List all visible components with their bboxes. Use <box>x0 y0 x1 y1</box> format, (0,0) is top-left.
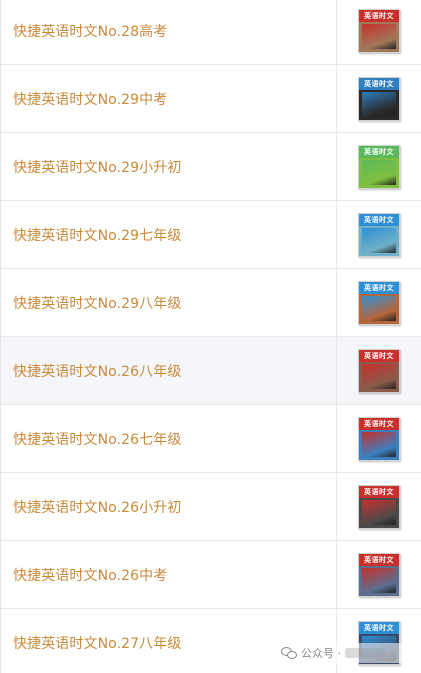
magazine-cover-thumbnail[interactable]: 英语时文 <box>358 280 400 325</box>
item-title-link[interactable]: 快捷英语时文No.29小升初 <box>13 157 181 177</box>
thumbnail-cell: 英语时文 <box>337 609 421 673</box>
magazine-cover-thumbnail[interactable]: 英语时文 <box>358 76 400 121</box>
title-cell: 快捷英语时文No.29中考 <box>1 65 337 132</box>
title-cell: 快捷英语时文No.26七年级 <box>1 405 337 472</box>
cover-art <box>362 431 396 457</box>
item-title-link[interactable]: 快捷英语时文No.29中考 <box>13 89 167 109</box>
list-item[interactable]: 快捷英语时文No.26七年级 英语时文 <box>1 405 421 473</box>
watermark-account-name-blurred <box>345 648 385 658</box>
item-title-link[interactable]: 快捷英语时文No.29七年级 <box>13 225 181 245</box>
list-item[interactable]: 快捷英语时文No.29八年级 英语时文 <box>1 269 421 337</box>
title-cell: 快捷英语时文No.26中考 <box>1 541 337 608</box>
item-title-link[interactable]: 快捷英语时文No.29八年级 <box>13 293 181 313</box>
title-cell: 快捷英语时文No.26八年级 <box>1 337 337 404</box>
list-item[interactable]: 快捷英语时文No.26小升初 英语时文 <box>1 473 421 541</box>
thumbnail-cell: 英语时文 <box>337 405 421 472</box>
watermark: 公众号 · <box>281 643 421 663</box>
cover-art <box>362 23 396 49</box>
title-cell: 快捷英语时文No.29七年级 <box>1 201 337 268</box>
magazine-cover-thumbnail[interactable]: 英语时文 <box>358 144 400 189</box>
cover-art <box>362 567 396 593</box>
magazine-cover-thumbnail[interactable]: 英语时文 <box>358 348 400 393</box>
wechat-icon <box>281 647 297 659</box>
magazine-cover-thumbnail[interactable]: 英语时文 <box>358 212 400 257</box>
list-item[interactable]: 快捷英语时文No.29中考 英语时文 <box>1 65 421 133</box>
list-item[interactable]: 快捷英语时文No.26中考 英语时文 <box>1 541 421 609</box>
item-title-link[interactable]: 快捷英语时文No.26中考 <box>13 565 167 585</box>
cover-masthead: 英语时文 <box>359 417 399 430</box>
cover-art <box>362 295 396 321</box>
thumbnail-cell: 英语时文 <box>337 133 421 200</box>
list-item[interactable]: 快捷英语时文No.26八年级 英语时文 <box>1 337 421 405</box>
cover-masthead: 英语时文 <box>359 213 399 226</box>
cover-masthead: 英语时文 <box>359 281 399 294</box>
item-title-link[interactable]: 快捷英语时文No.26八年级 <box>13 361 181 381</box>
article-list: 快捷英语时文No.28高考 英语时文 快捷英语时文No.29中考 英语时文 快捷英语时文… <box>0 0 421 673</box>
thumbnail-cell: 英语时文 <box>337 473 421 540</box>
thumbnail-cell: 英语时文 <box>337 337 421 404</box>
cover-art <box>362 227 396 253</box>
watermark-label: 公众号 · <box>301 647 341 660</box>
item-title-link[interactable]: 快捷英语时文No.28高考 <box>13 21 167 41</box>
cover-masthead: 英语时文 <box>359 77 399 90</box>
item-title-link[interactable]: 快捷英语时文No.27八年级 <box>13 633 181 653</box>
cover-masthead: 英语时文 <box>359 553 399 566</box>
thumbnail-cell: 英语时文 <box>337 541 421 608</box>
cover-masthead: 英语时文 <box>359 621 399 634</box>
thumbnail-cell: 英语时文 <box>337 0 421 64</box>
list-item[interactable]: 快捷英语时文No.27八年级 英语时文 <box>1 609 421 673</box>
title-cell: 快捷英语时文No.27八年级 <box>1 609 337 673</box>
title-cell: 快捷英语时文No.29小升初 <box>1 133 337 200</box>
list-item[interactable]: 快捷英语时文No.28高考 英语时文 <box>1 0 421 65</box>
cover-art <box>362 91 396 117</box>
magazine-cover-thumbnail[interactable]: 英语时文 <box>358 8 400 53</box>
cover-art <box>362 363 396 389</box>
cover-masthead: 英语时文 <box>359 485 399 498</box>
thumbnail-cell: 英语时文 <box>337 201 421 268</box>
title-cell: 快捷英语时文No.29八年级 <box>1 269 337 336</box>
item-title-link[interactable]: 快捷英语时文No.26小升初 <box>13 497 181 517</box>
item-title-link[interactable]: 快捷英语时文No.26七年级 <box>13 429 181 449</box>
cover-art <box>362 499 396 525</box>
title-cell: 快捷英语时文No.28高考 <box>1 0 337 64</box>
thumbnail-cell: 英语时文 <box>337 269 421 336</box>
cover-masthead: 英语时文 <box>359 145 399 158</box>
magazine-cover-thumbnail[interactable]: 英语时文 <box>358 416 400 461</box>
cover-masthead: 英语时文 <box>359 9 399 22</box>
magazine-cover-thumbnail[interactable]: 英语时文 <box>358 484 400 529</box>
magazine-cover-thumbnail[interactable]: 英语时文 <box>358 552 400 597</box>
title-cell: 快捷英语时文No.26小升初 <box>1 473 337 540</box>
thumbnail-cell: 英语时文 <box>337 65 421 132</box>
list-item[interactable]: 快捷英语时文No.29七年级 英语时文 <box>1 201 421 269</box>
cover-art <box>362 159 396 185</box>
list-item[interactable]: 快捷英语时文No.29小升初 英语时文 <box>1 133 421 201</box>
cover-masthead: 英语时文 <box>359 349 399 362</box>
